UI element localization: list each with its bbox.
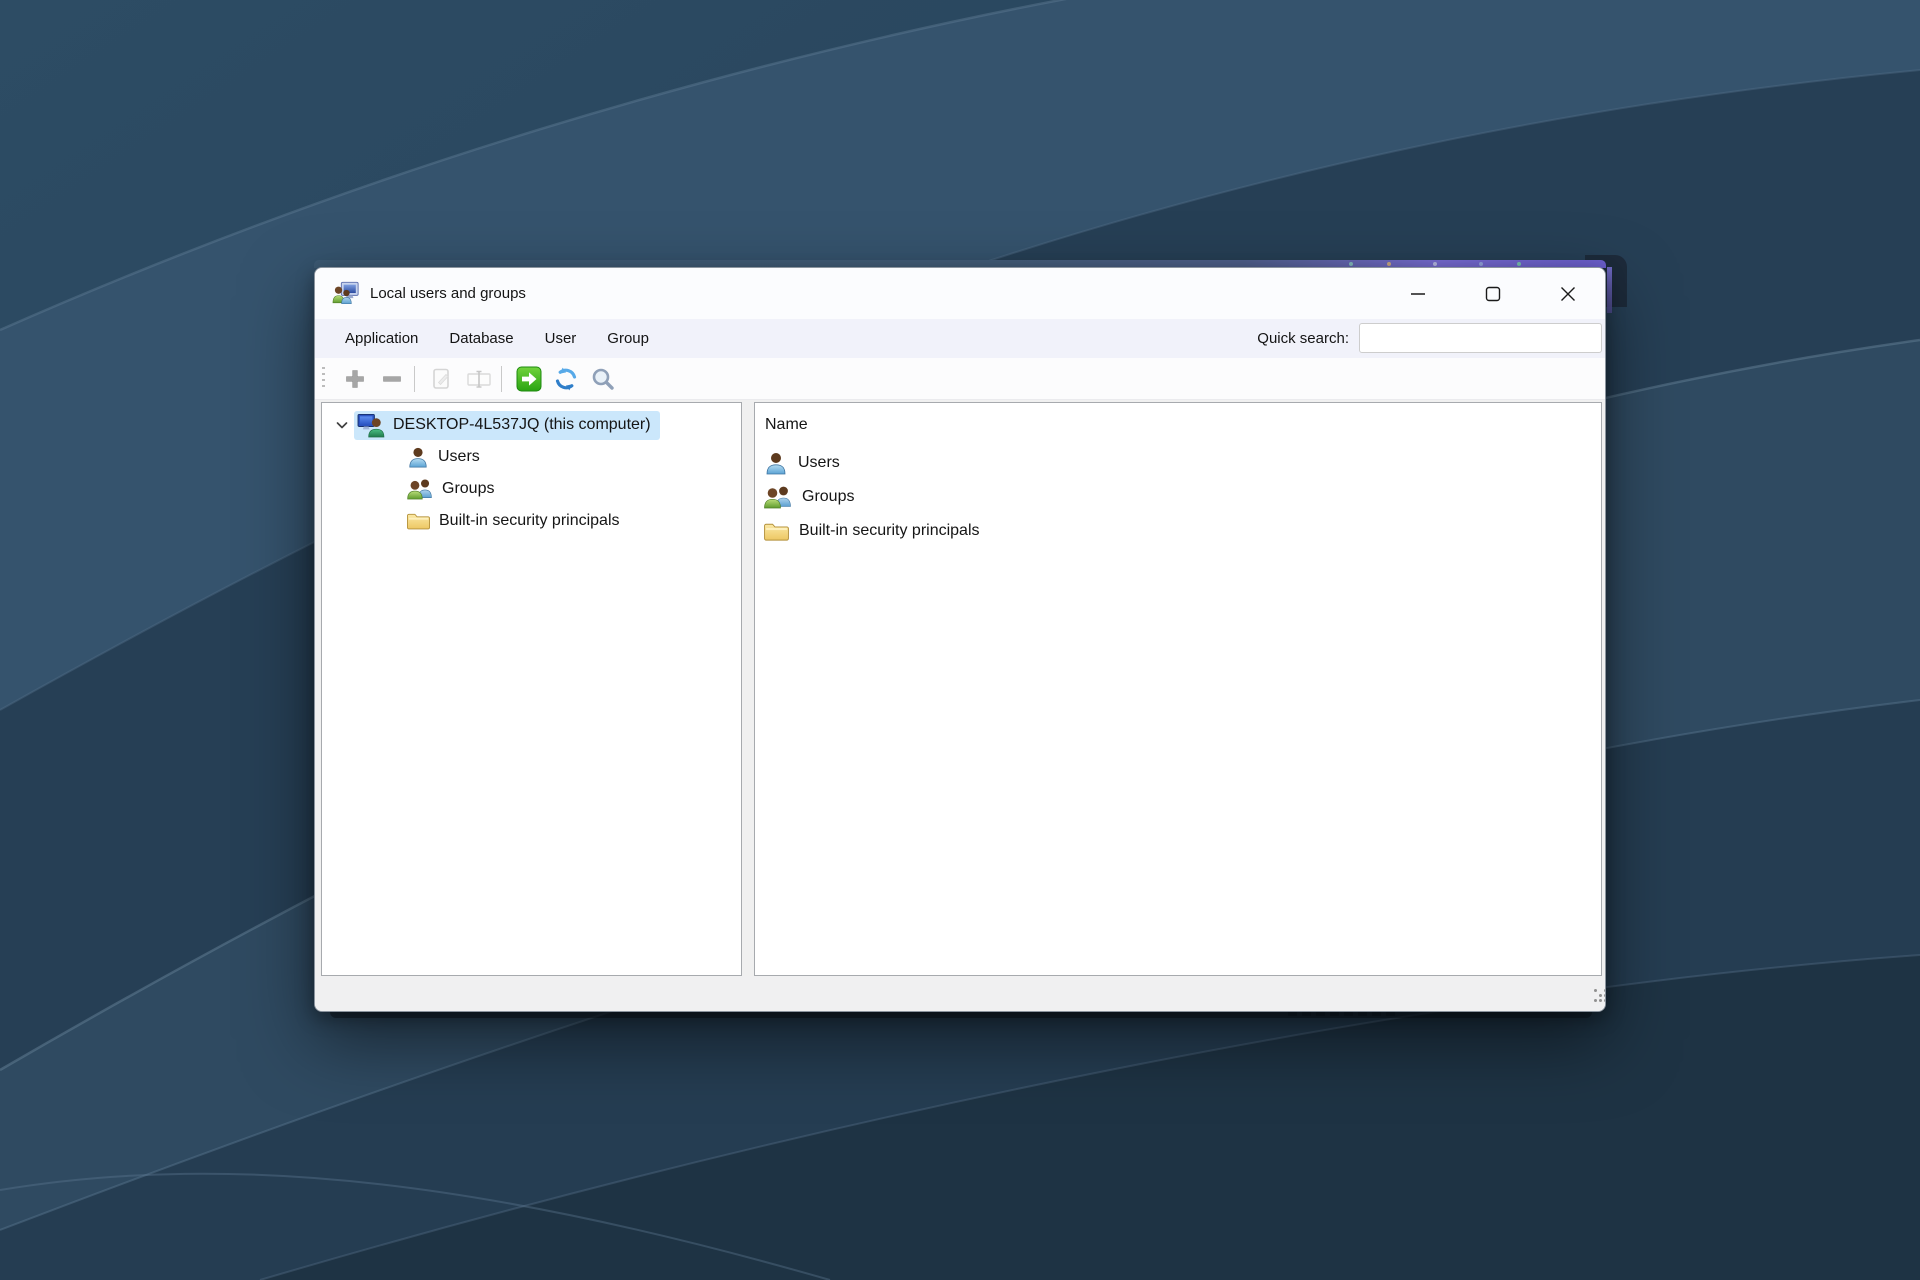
tree-row-root: DESKTOP-4L537JQ (this computer) [322,409,741,441]
window-controls [1380,268,1605,319]
toolbar-separator [501,365,502,392]
column-header-name[interactable]: Name [755,403,1601,446]
tree-item-users[interactable]: Users [322,441,741,473]
edit-button [423,362,460,396]
background-window-bottom-artifact [330,1011,1592,1018]
chevron-down-icon[interactable] [333,416,351,434]
tree-item-label: DESKTOP-4L537JQ (this computer) [393,416,651,433]
list-item-label: Built-in security principals [799,522,980,539]
list-item-builtin[interactable]: Built-in security principals [755,514,1601,548]
tree-item-label: Groups [442,480,495,497]
group-icon [763,485,793,509]
computer-user-icon [357,413,386,438]
app-icon [332,281,360,306]
maximize-button[interactable] [1455,268,1530,319]
minus-icon [382,375,401,382]
toolbar-grip[interactable] [322,366,325,391]
list-item-users[interactable]: Users [755,446,1601,480]
statusbar [315,976,1605,1011]
list-pane: Name Users Groups Built-in security prin… [754,402,1602,976]
tree-item-groups[interactable]: Groups [322,473,741,505]
folder-icon [763,521,790,542]
menu-group[interactable]: Group [607,330,649,347]
group-icon [406,478,434,500]
quick-search-label: Quick search: [1257,330,1349,347]
refresh-button[interactable] [547,362,584,396]
list-item-label: Groups [802,488,855,505]
menubar: Application Database User Group Quick se… [315,319,1605,358]
green-arrow-icon [516,366,541,391]
menu-user[interactable]: User [545,330,577,347]
minimize-button[interactable] [1380,268,1455,319]
user-icon [763,451,789,475]
tree-item-label: Built-in security principals [439,512,620,529]
rename-box-icon [466,370,491,388]
edit-document-icon [432,368,449,389]
window-title: Local users and groups [370,285,526,302]
quick-search-input[interactable] [1359,323,1602,353]
tree-item-computer[interactable]: DESKTOP-4L537JQ (this computer) [354,410,660,440]
folder-icon [406,511,431,531]
titlebar[interactable]: Local users and groups [315,268,1605,319]
tree-item-label: Users [438,448,480,465]
app-window: Local users and groups Application Datab… [314,267,1606,1012]
tree-item-builtin[interactable]: Built-in security principals [322,505,741,537]
list-item-label: Users [798,454,840,471]
resize-grip[interactable] [1582,989,1597,1004]
add-button[interactable] [336,362,373,396]
menu-application[interactable]: Application [345,330,418,347]
close-button[interactable] [1530,268,1605,319]
rename-button [460,362,497,396]
content-area: DESKTOP-4L537JQ (this computer) Users Gr… [315,400,1605,976]
search-button[interactable] [584,362,621,396]
tree-pane: DESKTOP-4L537JQ (this computer) Users Gr… [321,402,742,976]
remove-button[interactable] [373,362,410,396]
refresh-icon [555,367,576,390]
background-window-edge-artifact [1607,267,1612,313]
desktop: Local users and groups Application Datab… [0,0,1920,1280]
list-item-groups[interactable]: Groups [755,480,1601,514]
go-button[interactable] [510,362,547,396]
toolbar [315,358,1605,400]
toolbar-separator [414,365,415,392]
plus-icon [345,369,364,388]
magnifier-icon [592,368,614,390]
menu-database[interactable]: Database [449,330,513,347]
user-icon [406,446,430,468]
